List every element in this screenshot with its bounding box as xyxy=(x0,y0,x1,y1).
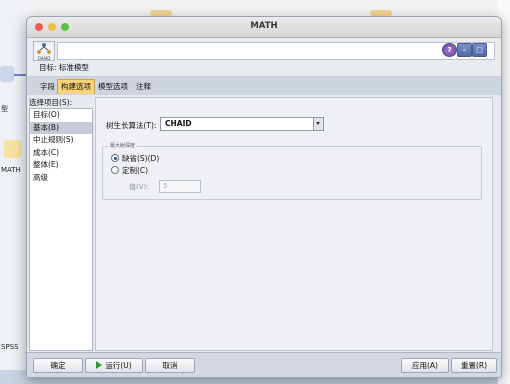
growing-method-select[interactable]: CHAID xyxy=(160,117,324,131)
depth-value: 5 xyxy=(163,182,168,190)
tab-build-options[interactable]: 构建选项 xyxy=(57,79,95,94)
growing-method-label: 树生长算法(T): xyxy=(106,121,157,130)
apply-button[interactable]: 应用(A) xyxy=(401,358,449,373)
chevron-down-icon[interactable] xyxy=(313,118,323,130)
ok-button[interactable]: 确定 xyxy=(33,358,83,373)
select-item-label: 选择项目(S): xyxy=(29,98,73,107)
tab-strip: 字段 构建选项 模型选项 注释 xyxy=(27,77,501,96)
tab-annotations[interactable]: 注释 xyxy=(133,80,154,94)
dialog-body: 选择项目(S): 目标(O) 基本(B) 中止规则(S) 成本(C) 整体(E)… xyxy=(27,95,501,353)
list-item-stopping-rules[interactable]: 中止规则(S) xyxy=(30,134,92,147)
default-depth-label: 缺省(S)(D) xyxy=(122,154,160,163)
reset-button[interactable]: 重置(R) xyxy=(451,358,497,373)
maximize-icon: □ xyxy=(476,46,483,54)
tab-model-options[interactable]: 模型选项 xyxy=(95,80,131,94)
cancel-button[interactable]: 取消 xyxy=(145,358,195,373)
target-label: 目标: 标准模型 xyxy=(39,63,89,72)
logo-label: CHAID xyxy=(37,56,51,61)
radio-selected-icon[interactable] xyxy=(111,154,119,162)
help-icon: ? xyxy=(447,46,452,54)
help-button[interactable]: ? xyxy=(442,43,457,57)
stream-label: MATH xyxy=(1,166,21,174)
tab-fields[interactable]: 字段 xyxy=(37,80,58,94)
custom-depth-label: 定制(C) xyxy=(122,166,149,175)
chaid-node-icon[interactable] xyxy=(4,140,22,158)
max-depth-title: 最大树深度 xyxy=(108,142,138,149)
list-item-costs[interactable]: 成本(C) xyxy=(30,147,92,160)
window-titlebar[interactable]: MATH xyxy=(27,17,501,38)
run-label: 运行(U) xyxy=(105,361,132,370)
play-icon xyxy=(96,361,103,369)
window-title: MATH xyxy=(250,21,278,31)
dialog-footer: 确定 运行(U) 取消 应用(A) 重置(R) xyxy=(27,352,501,377)
minimize-dialog-button[interactable]: – xyxy=(457,43,472,57)
list-item-basic[interactable]: 基本(B) xyxy=(30,121,92,134)
list-item-target[interactable]: 目标(O) xyxy=(30,109,92,122)
maximize-dialog-button[interactable]: □ xyxy=(472,43,487,57)
custom-depth-radio[interactable]: 定制(C) xyxy=(111,165,148,176)
basic-settings-pane: 树生长算法(T): CHAID 最大树深度 缺省(S)(D) 定制(C) 值(V… xyxy=(95,97,493,351)
run-button[interactable]: 运行(U) xyxy=(85,358,143,373)
tree-icon xyxy=(37,43,51,54)
minimize-icon: – xyxy=(462,46,467,54)
dialog-header: CHAID ? – □ 目标: 标准模型 xyxy=(27,38,501,77)
default-depth-radio[interactable]: 缺省(S)(D) xyxy=(111,153,159,164)
background-stream-canvas: 型 MATH SPSS xyxy=(0,0,28,384)
list-item-ensembles[interactable]: 整体(E) xyxy=(30,159,92,172)
stream-node[interactable] xyxy=(0,66,14,82)
list-item-advanced[interactable]: 高级 xyxy=(30,172,92,185)
stream-label: SPSS xyxy=(1,343,19,351)
radio-unselected-icon[interactable] xyxy=(111,166,119,174)
depth-value-input[interactable]: 5 xyxy=(159,180,201,193)
node-name-field[interactable] xyxy=(57,42,495,60)
model-dialog-window: MATH CHAID ? – □ 目标: 标准模型 字段 构建选项 模型选项 注… xyxy=(26,16,502,378)
depth-value-label: 值(V): xyxy=(129,183,149,191)
stream-label: 型 xyxy=(1,105,8,113)
item-list: 目标(O) 基本(B) 中止规则(S) 成本(C) 整体(E) 高级 xyxy=(29,108,93,351)
chaid-logo-icon: CHAID xyxy=(33,41,55,61)
max-depth-group: 最大树深度 缺省(S)(D) 定制(C) 值(V): 5 xyxy=(102,142,482,200)
growing-method-value: CHAID xyxy=(165,119,192,128)
